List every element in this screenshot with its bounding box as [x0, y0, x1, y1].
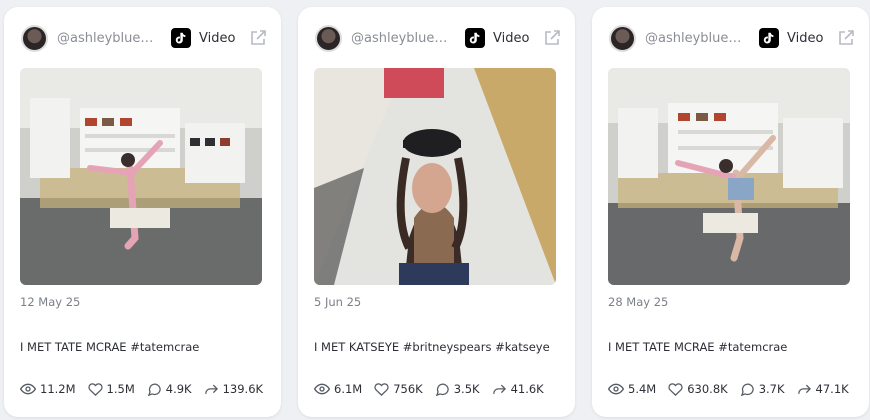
likes-count: 1.5M [106, 382, 135, 396]
shares-count: 47.1K [815, 382, 849, 396]
views-stat: 5.4M [608, 381, 656, 397]
likes-stat: 630.8K [668, 382, 728, 397]
video-card[interactable]: @ashleyblued… Video [4, 7, 281, 417]
comments-count: 3.5K [453, 382, 480, 396]
comment-icon [740, 383, 754, 396]
eye-icon [608, 383, 624, 395]
shares-count: 41.6K [510, 382, 544, 396]
external-link-icon[interactable] [543, 29, 561, 47]
comment-icon [147, 383, 161, 396]
likes-count: 630.8K [687, 382, 728, 396]
video-card[interactable]: @ashleyblued… Video 5 Jun 25 I MET KATSE… [298, 7, 575, 417]
post-date: 12 May 25 [20, 295, 81, 309]
tiktok-icon [171, 28, 191, 48]
content-type-label: Video [493, 30, 530, 46]
shares-stat: 41.6K [492, 382, 544, 397]
video-thumbnail[interactable] [20, 68, 262, 285]
likes-count: 756K [393, 382, 423, 396]
avatar[interactable] [609, 24, 636, 52]
external-link-icon[interactable] [837, 29, 855, 47]
card-header: @ashleyblued… Video [21, 23, 267, 53]
post-date: 28 May 25 [608, 295, 669, 309]
author-handle[interactable]: @ashleyblued… [57, 31, 157, 46]
views-stat: 6.1M [314, 381, 362, 397]
shares-stat: 47.1K [797, 382, 849, 397]
comments-count: 3.7K [758, 382, 785, 396]
likes-stat: 756K [374, 382, 423, 397]
author-handle[interactable]: @ashleyblued… [351, 31, 451, 46]
video-thumbnail[interactable] [608, 68, 850, 285]
shares-count: 139.6K [222, 382, 264, 396]
shares-stat: 139.6K [204, 382, 263, 397]
views-count: 5.4M [628, 382, 657, 396]
heart-icon [668, 382, 683, 396]
card-header: @ashleyblued… Video [315, 23, 561, 53]
comments-stat: 3.5K [435, 382, 480, 397]
engagement-stats: 11.2M 1.5M 4.9K 139.6K [20, 381, 275, 397]
content-type-label: Video [199, 30, 236, 46]
share-icon [797, 384, 811, 394]
video-thumbnail[interactable] [314, 68, 556, 285]
eye-icon [20, 383, 36, 395]
post-caption: I MET KATSEYE #britneyspears #katseye [314, 340, 550, 354]
comments-count: 4.9K [165, 382, 192, 396]
video-card[interactable]: @ashleyblued… Video [592, 7, 869, 417]
content-type-label: Video [787, 30, 824, 46]
views-count: 11.2M [40, 382, 76, 396]
views-stat: 11.2M [20, 381, 76, 397]
comment-icon [435, 383, 449, 396]
post-caption: I MET TATE MCRAE #tatemcrae [20, 340, 200, 354]
author-handle[interactable]: @ashleyblued… [645, 31, 745, 46]
engagement-stats: 6.1M 756K 3.5K 41.6K [314, 381, 556, 397]
tiktok-icon [465, 28, 485, 48]
comments-stat: 3.7K [740, 382, 785, 397]
tiktok-icon [759, 28, 779, 48]
external-link-icon[interactable] [249, 29, 267, 47]
card-header: @ashleyblued… Video [609, 23, 855, 53]
share-icon [492, 384, 506, 394]
engagement-stats: 5.4M 630.8K 3.7K 47.1K [608, 381, 861, 397]
heart-icon [374, 382, 389, 396]
post-caption: I MET TATE MCRAE #tatemcrae [608, 340, 788, 354]
avatar[interactable] [21, 24, 48, 52]
post-date: 5 Jun 25 [314, 295, 362, 309]
likes-stat: 1.5M [87, 382, 135, 397]
share-icon [204, 384, 218, 394]
comments-stat: 4.9K [147, 382, 192, 397]
avatar[interactable] [315, 24, 342, 52]
heart-icon [87, 382, 103, 396]
views-count: 6.1M [334, 382, 363, 396]
eye-icon [314, 383, 330, 395]
